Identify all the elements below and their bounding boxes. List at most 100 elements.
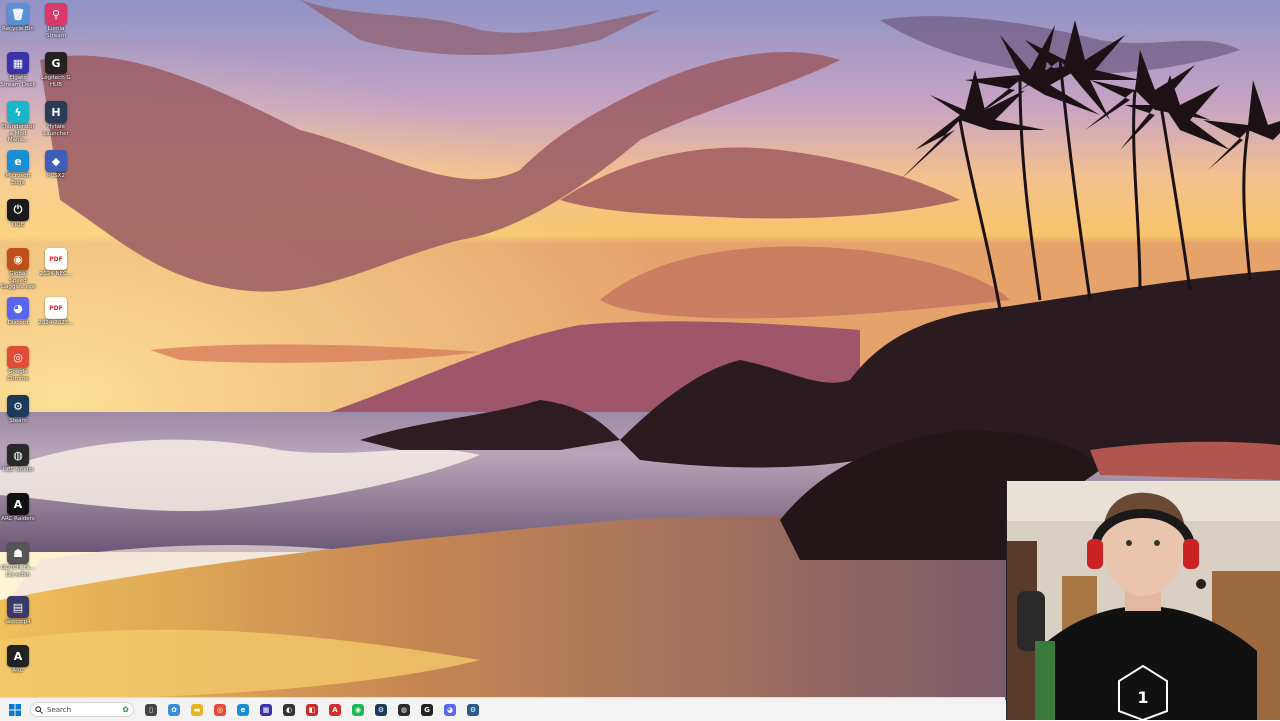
desktop-shortcut[interactable]: 🗑 Recycle Bin (0, 3, 36, 33)
global-speed-icon: ◉ (7, 248, 29, 270)
search-placeholder: Search (47, 705, 72, 714)
taskbar-app-button[interactable]: ◎ (210, 700, 230, 720)
taskbar-acrobat-icon: A (329, 703, 341, 716)
taskbar-steam-2-icon: ⚙ (467, 703, 479, 716)
pdf-file-2-icon: PDF (45, 297, 67, 319)
taskbar-discord-icon: ◕ (444, 703, 456, 716)
desktop-shortcut[interactable]: PDF 2024 NEC... (38, 248, 74, 278)
desktop-shortcut-label: Discord (7, 320, 29, 326)
desktop-shortcut-label: Hytale Launcher (43, 124, 69, 137)
desktop-shortcut-label: Recycle Bin (2, 26, 34, 32)
desktop-shortcut[interactable]: A ARC (0, 645, 36, 675)
svg-text:1: 1 (1137, 688, 1148, 707)
thunderstore-icon: ϟ (7, 101, 29, 123)
taskbar-steam-icon: ⚙ (375, 703, 387, 716)
steam-icon: ⚙ (7, 395, 29, 417)
desktop-shortcut[interactable]: ϟ Thunderstore Mod Mana... (0, 101, 36, 144)
arc-icon: A (7, 645, 29, 667)
taskbar-chrome-icon: ◎ (214, 703, 226, 716)
taskbar-app-button[interactable]: ◧ (302, 700, 322, 720)
desktop-shortcut[interactable]: ◍ OBS Studio (0, 444, 36, 474)
taskbar-apps: ▯ ✿ ▬ ◎ e ▦ ◐ ◧ A ◉ ⚙ ◍ G ◕ ⚙ (138, 700, 483, 720)
taskbar-app-button[interactable]: ⚙ (463, 700, 483, 720)
obs-studio-icon: ◍ (7, 444, 29, 466)
desktop-shortcut[interactable]: A ARC Raiders (0, 493, 36, 523)
desktop-shortcut[interactable]: ◆ PCSX2 (38, 150, 74, 180)
taskbar-copilot-icon: ✿ (168, 703, 180, 716)
taskbar-app-dark-icon: ◐ (283, 703, 295, 716)
elgato-stream-deck-icon: ▦ (7, 52, 29, 74)
taskbar-search-box[interactable]: Search ✿ (30, 702, 134, 717)
lumia-stream-icon: ⚲ (45, 3, 67, 25)
desktop-shortcut-label: Lumia Stream (46, 26, 66, 39)
oqe-icon: ⏻ (7, 199, 29, 221)
taskbar-logitech-icon: G (421, 703, 433, 716)
desktop-shortcut[interactable]: e Microsoft Edge (0, 150, 36, 186)
taskbar-app-button[interactable]: G (417, 700, 437, 720)
desktop-shortcut-label: OBS Studio (2, 467, 34, 473)
microsoft-edge-icon: e (7, 150, 29, 172)
pdf-file-1-icon: PDF (45, 248, 67, 270)
desktop-shortcut[interactable]: ☗ GLITCH_Fa... [1]-w.bin (0, 542, 36, 578)
taskbar-app-button[interactable]: ◐ (279, 700, 299, 720)
desktop-shortcut-label: 2024 NEC... (39, 271, 73, 277)
desktop-shortcut-label: Elgato Stream Deck (0, 75, 36, 88)
webcam-overlay: 1 (1006, 481, 1280, 720)
taskbar-folder-icon: ▬ (191, 703, 203, 716)
desktop-shortcut-label: OQE (11, 222, 25, 228)
desktop-shortcut[interactable]: ◎ Google Chrome (0, 346, 36, 382)
desktop-shortcut[interactable]: ▦ Elgato Stream Deck (0, 52, 36, 88)
pcsx2-icon: ◆ (45, 150, 67, 172)
taskbar-app-button[interactable]: e (233, 700, 253, 720)
desktop-shortcut[interactable]: ⚙ Steam (0, 395, 36, 425)
windows-logo-icon (9, 703, 21, 716)
desktop-shortcut[interactable]: G Logitech G HUB (38, 52, 74, 88)
desktop-shortcut-label: GLITCH_Fa... [1]-w.bin (1, 565, 35, 578)
lastcmp-icon: ▤ (7, 596, 29, 618)
taskbar-spotify-icon: ◉ (352, 703, 364, 716)
desktop-shortcut[interactable]: PDF 2024-2025... (38, 297, 74, 327)
desktop-shortcut[interactable]: ⚲ Lumia Stream (38, 3, 74, 39)
taskbar-app-button[interactable]: ◉ (348, 700, 368, 720)
taskbar-app-button[interactable]: ▬ (187, 700, 207, 720)
taskbar-stream-deck-icon: ▦ (260, 703, 272, 716)
desktop-shortcut-label: PCSX2 (47, 173, 65, 179)
taskbar-app-button[interactable]: ▦ (256, 700, 276, 720)
desktop-shortcut[interactable]: ◉ Global Speed Gaggieu.exe (0, 248, 36, 291)
taskbar-app-button[interactable]: ◍ (394, 700, 414, 720)
desktop-shortcut-label: lastcmp4 (5, 619, 31, 625)
logitech-g-hub-icon: G (45, 52, 67, 74)
desktop-shortcut[interactable]: H Hytale Launcher (38, 101, 74, 137)
discord-icon: ◕ (7, 297, 29, 319)
taskbar-obs-icon: ◍ (398, 703, 410, 716)
desktop-shortcut-label: Microsoft Edge (5, 173, 31, 186)
taskbar-app-button[interactable]: A (325, 700, 345, 720)
taskbar-file-explorer-icon: ▯ (145, 703, 157, 716)
taskbar-app-button[interactable]: ⚙ (371, 700, 391, 720)
desktop-shortcut[interactable]: ▤ lastcmp4 (0, 596, 36, 626)
desktop-shortcut-label: Logitech G HUB (41, 75, 71, 88)
google-chrome-icon: ◎ (7, 346, 29, 368)
taskbar-app-button[interactable]: ✿ (164, 700, 184, 720)
taskbar-app-button[interactable]: ▯ (141, 700, 161, 720)
glitch-icon: ☗ (7, 542, 29, 564)
desktop-shortcut-label: 2024-2025... (38, 320, 74, 326)
start-button[interactable] (4, 699, 26, 721)
search-icon (35, 705, 43, 714)
taskbar-app-button[interactable]: ◕ (440, 700, 460, 720)
recycle-bin-icon: 🗑 (7, 3, 29, 25)
desktop-shortcut-label: Global Speed Gaggieu.exe (0, 271, 36, 290)
arc-raiders-icon: A (7, 493, 29, 515)
taskbar-edge-icon: e (237, 703, 249, 716)
desktop-shortcut[interactable]: ◕ Discord (0, 297, 36, 327)
desktop-shortcut-label: Thunderstore Mod Mana... (1, 124, 35, 143)
desktop-shortcut-label: ARC (12, 668, 24, 674)
desktop-shortcut[interactable]: ⏻ OQE (0, 199, 36, 229)
desktop-shortcut-label: ARC Raiders (1, 516, 35, 522)
desktop-shortcut-label: Steam (9, 418, 27, 424)
desktop-shortcut-label: Google Chrome (7, 369, 29, 382)
hytale-launcher-icon: H (45, 101, 67, 123)
search-highlight-icon: ✿ (122, 705, 129, 714)
taskbar: Search ✿ ▯ ✿ ▬ ◎ e ▦ ◐ ◧ A ◉ ⚙ ◍ G ◕ ⚙ (0, 697, 1005, 721)
taskbar-app-red-icon: ◧ (306, 703, 318, 716)
